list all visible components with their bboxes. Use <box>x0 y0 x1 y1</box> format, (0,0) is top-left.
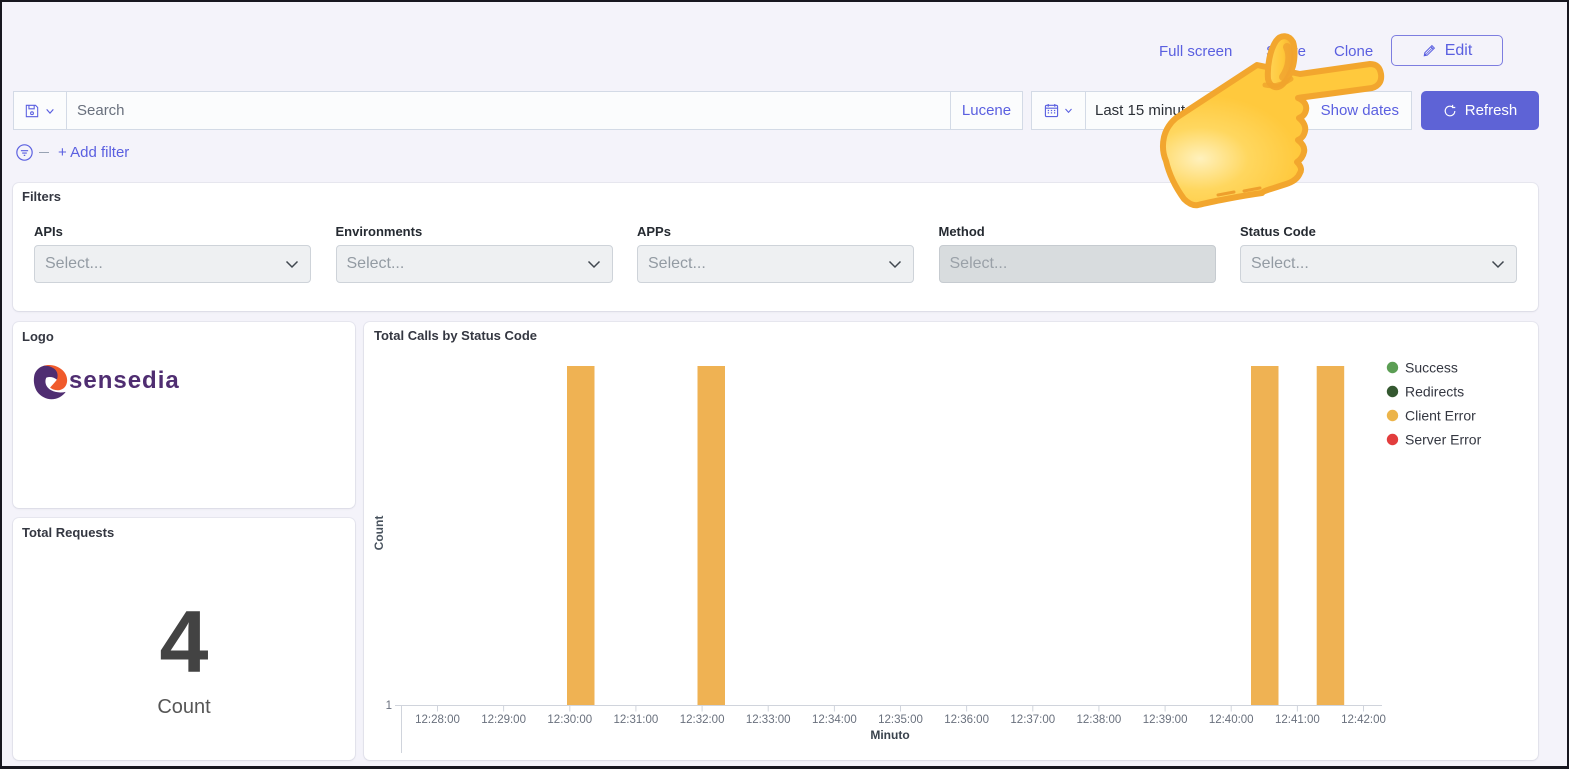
svg-text:12:33:00: 12:33:00 <box>746 714 791 726</box>
svg-text:12:39:00: 12:39:00 <box>1143 714 1188 726</box>
svg-text:12:41:00: 12:41:00 <box>1275 714 1320 726</box>
svg-text:12:42:00: 12:42:00 <box>1341 714 1386 726</box>
svg-text:12:32:00: 12:32:00 <box>680 714 725 726</box>
svg-text:12:31:00: 12:31:00 <box>614 714 659 726</box>
svg-text:12:37:00: 12:37:00 <box>1010 714 1055 726</box>
svg-text:12:36:00: 12:36:00 <box>944 714 989 726</box>
svg-text:Minuto: Minuto <box>870 728 909 742</box>
svg-text:1: 1 <box>386 700 392 712</box>
svg-text:Client Error: Client Error <box>1405 408 1476 424</box>
svg-text:Success: Success <box>1405 360 1458 376</box>
svg-text:Count: Count <box>372 516 386 551</box>
svg-text:12:38:00: 12:38:00 <box>1077 714 1122 726</box>
svg-text:12:40:00: 12:40:00 <box>1209 714 1254 726</box>
svg-text:12:30:00: 12:30:00 <box>547 714 592 726</box>
svg-text:12:29:00: 12:29:00 <box>481 714 526 726</box>
svg-text:12:34:00: 12:34:00 <box>812 714 857 726</box>
svg-text:12:35:00: 12:35:00 <box>878 714 923 726</box>
svg-text:Redirects: Redirects <box>1405 384 1464 400</box>
svg-text:12:28:00: 12:28:00 <box>415 714 460 726</box>
svg-text:Server Error: Server Error <box>1405 432 1482 448</box>
